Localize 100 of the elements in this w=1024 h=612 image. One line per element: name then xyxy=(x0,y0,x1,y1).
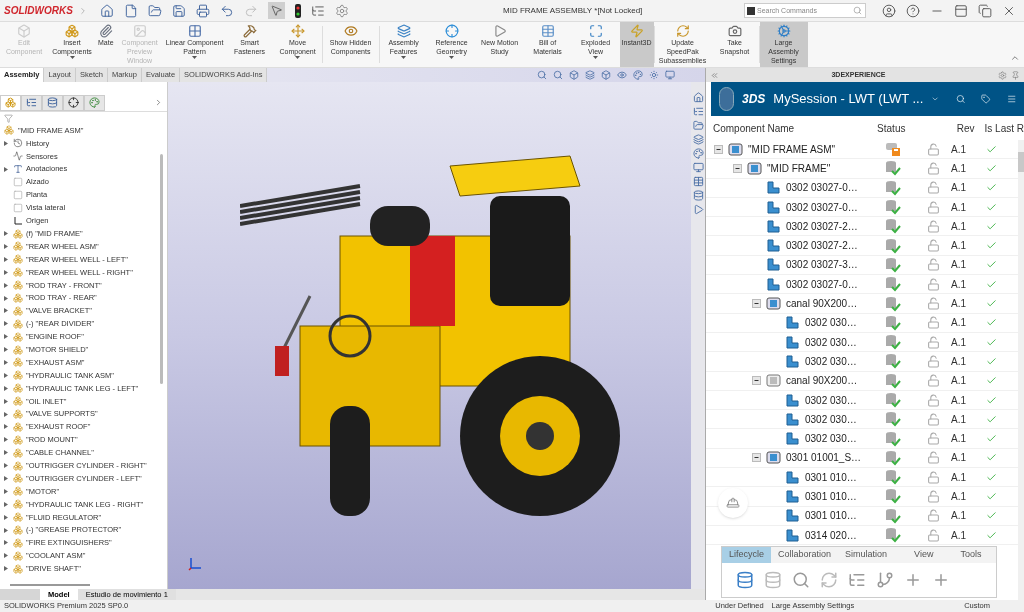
expand-arrow-icon[interactable] xyxy=(4,514,8,520)
task-pane-icon[interactable] xyxy=(692,190,704,201)
component-name[interactable]: "MID FRAME ASM" xyxy=(748,141,836,157)
view-toolbar-icon[interactable] xyxy=(553,70,563,80)
component-name[interactable]: canal 90X200… xyxy=(786,296,858,311)
expand-arrow-icon[interactable] xyxy=(4,295,8,301)
view-toolbar-icon[interactable] xyxy=(569,70,579,80)
collapse-panel-icon[interactable] xyxy=(710,70,719,80)
column-header[interactable]: Is Last R xyxy=(984,120,1024,136)
database-icon[interactable] xyxy=(764,571,782,589)
unlock-icon[interactable] xyxy=(926,509,940,523)
expand-arrow-icon[interactable] xyxy=(4,256,8,262)
component-name[interactable]: 0302 03027-2… xyxy=(786,238,858,254)
unlock-icon[interactable] xyxy=(926,239,940,253)
search-icon[interactable] xyxy=(853,6,862,15)
component-name[interactable]: 0302 03027-2… xyxy=(786,218,858,234)
unlock-icon[interactable] xyxy=(926,200,940,214)
tree-toggle[interactable] xyxy=(752,376,761,386)
task-pane-icon[interactable] xyxy=(692,120,704,131)
expand-arrow-icon[interactable] xyxy=(4,243,8,249)
unlock-icon[interactable] xyxy=(926,258,940,272)
action-tab[interactable]: Lifecycle xyxy=(722,547,771,563)
expand-arrow-icon[interactable] xyxy=(4,308,8,314)
settings-icon[interactable] xyxy=(335,3,349,18)
print-icon[interactable] xyxy=(196,3,210,18)
account-icon[interactable] xyxy=(882,3,896,18)
scrollbar[interactable] xyxy=(160,154,163,384)
unlock-icon[interactable] xyxy=(926,219,940,233)
plus-icon[interactable] xyxy=(932,571,950,589)
component-name[interactable]: 0302 030… xyxy=(805,353,857,369)
column-header[interactable]: Component Name xyxy=(713,120,878,136)
component-name[interactable]: 0302 030… xyxy=(805,411,857,427)
tree-toggle[interactable] xyxy=(752,299,761,308)
view-toolbar-icon[interactable] xyxy=(633,70,643,80)
chevron-right-icon[interactable] xyxy=(154,98,163,107)
view-toolbar-icon[interactable] xyxy=(537,70,547,80)
expand-arrow-icon[interactable] xyxy=(4,372,8,378)
task-pane-icon[interactable] xyxy=(692,162,704,173)
action-tab[interactable]: Tools xyxy=(953,547,989,563)
component-name[interactable]: 0302 03027-3… xyxy=(786,257,858,273)
component-name[interactable]: 0302 03027-0… xyxy=(786,276,858,292)
component-name[interactable]: canal 90X200… xyxy=(786,373,858,389)
expand-arrow-icon[interactable] xyxy=(4,488,8,494)
expand-arrow-icon[interactable] xyxy=(4,527,8,533)
expand-arrow-icon[interactable] xyxy=(4,566,8,572)
component-name[interactable]: 0301 01001_S… xyxy=(786,450,862,466)
chat-button[interactable] xyxy=(718,488,748,518)
open-folder-icon[interactable] xyxy=(148,3,162,18)
component-name[interactable]: 0302 030… xyxy=(805,334,857,350)
expand-arrow-icon[interactable] xyxy=(4,424,8,430)
expand-arrow-icon[interactable] xyxy=(4,282,8,288)
configuration-manager-tab[interactable] xyxy=(42,94,63,111)
task-pane-icon[interactable] xyxy=(692,92,704,103)
dimxpert-tab[interactable] xyxy=(63,94,84,111)
unlock-icon[interactable] xyxy=(926,277,940,291)
expand-arrow-icon[interactable] xyxy=(4,450,8,456)
restore-icon[interactable] xyxy=(978,3,992,18)
expand-arrow-icon[interactable] xyxy=(4,463,8,469)
expand-arrow-icon[interactable] xyxy=(4,437,8,443)
caret-icon[interactable] xyxy=(295,56,301,59)
property-manager-tab[interactable] xyxy=(21,94,42,111)
file-properties-icon[interactable] xyxy=(311,3,325,18)
component-name[interactable]: 0314 020… xyxy=(805,527,857,543)
action-tab[interactable]: Collaboration xyxy=(771,547,839,563)
component-name[interactable]: "MID FRAME" xyxy=(767,160,831,176)
caret-icon[interactable] xyxy=(593,56,599,59)
view-toolbar-icon[interactable] xyxy=(649,70,659,80)
save-icon[interactable] xyxy=(172,3,186,18)
help-icon[interactable] xyxy=(906,3,920,18)
column-header[interactable]: Rev xyxy=(956,120,985,136)
traffic-light-icon[interactable] xyxy=(295,3,301,18)
unlock-icon[interactable] xyxy=(926,432,940,446)
task-pane-icon[interactable] xyxy=(692,204,704,215)
expand-arrow-icon[interactable] xyxy=(4,166,8,172)
component-name[interactable]: 0301 010… xyxy=(805,489,857,504)
view-toolbar-icon[interactable] xyxy=(585,70,595,80)
component-name[interactable]: 0302 030… xyxy=(805,392,857,408)
component-name[interactable]: 0302 030… xyxy=(805,431,857,447)
helmet-icon[interactable] xyxy=(726,496,740,510)
tree-icon[interactable] xyxy=(848,571,866,589)
caret-icon[interactable] xyxy=(449,56,455,59)
expand-arrow-icon[interactable] xyxy=(4,553,8,559)
action-tab[interactable]: View xyxy=(894,547,954,563)
search-icon[interactable] xyxy=(792,571,810,589)
caret-icon[interactable] xyxy=(69,56,75,59)
task-pane-icon[interactable] xyxy=(692,134,704,145)
component-name[interactable]: 0302 03027-0… xyxy=(786,180,858,196)
unlock-icon[interactable] xyxy=(926,528,940,542)
filter-icon[interactable] xyxy=(4,113,13,123)
unlock-icon[interactable] xyxy=(926,374,940,388)
view-toolbar-icon[interactable] xyxy=(665,70,675,80)
expand-arrow-icon[interactable] xyxy=(4,398,8,404)
scrollbar[interactable] xyxy=(1018,140,1024,600)
plus-icon[interactable] xyxy=(904,571,922,589)
collapse-ribbon-icon[interactable] xyxy=(1010,53,1020,63)
scrollbar[interactable] xyxy=(10,584,90,586)
task-pane-icon[interactable] xyxy=(692,148,704,159)
undo-icon[interactable] xyxy=(220,3,234,18)
unlock-icon[interactable] xyxy=(926,470,940,484)
unlock-icon[interactable] xyxy=(926,451,940,465)
